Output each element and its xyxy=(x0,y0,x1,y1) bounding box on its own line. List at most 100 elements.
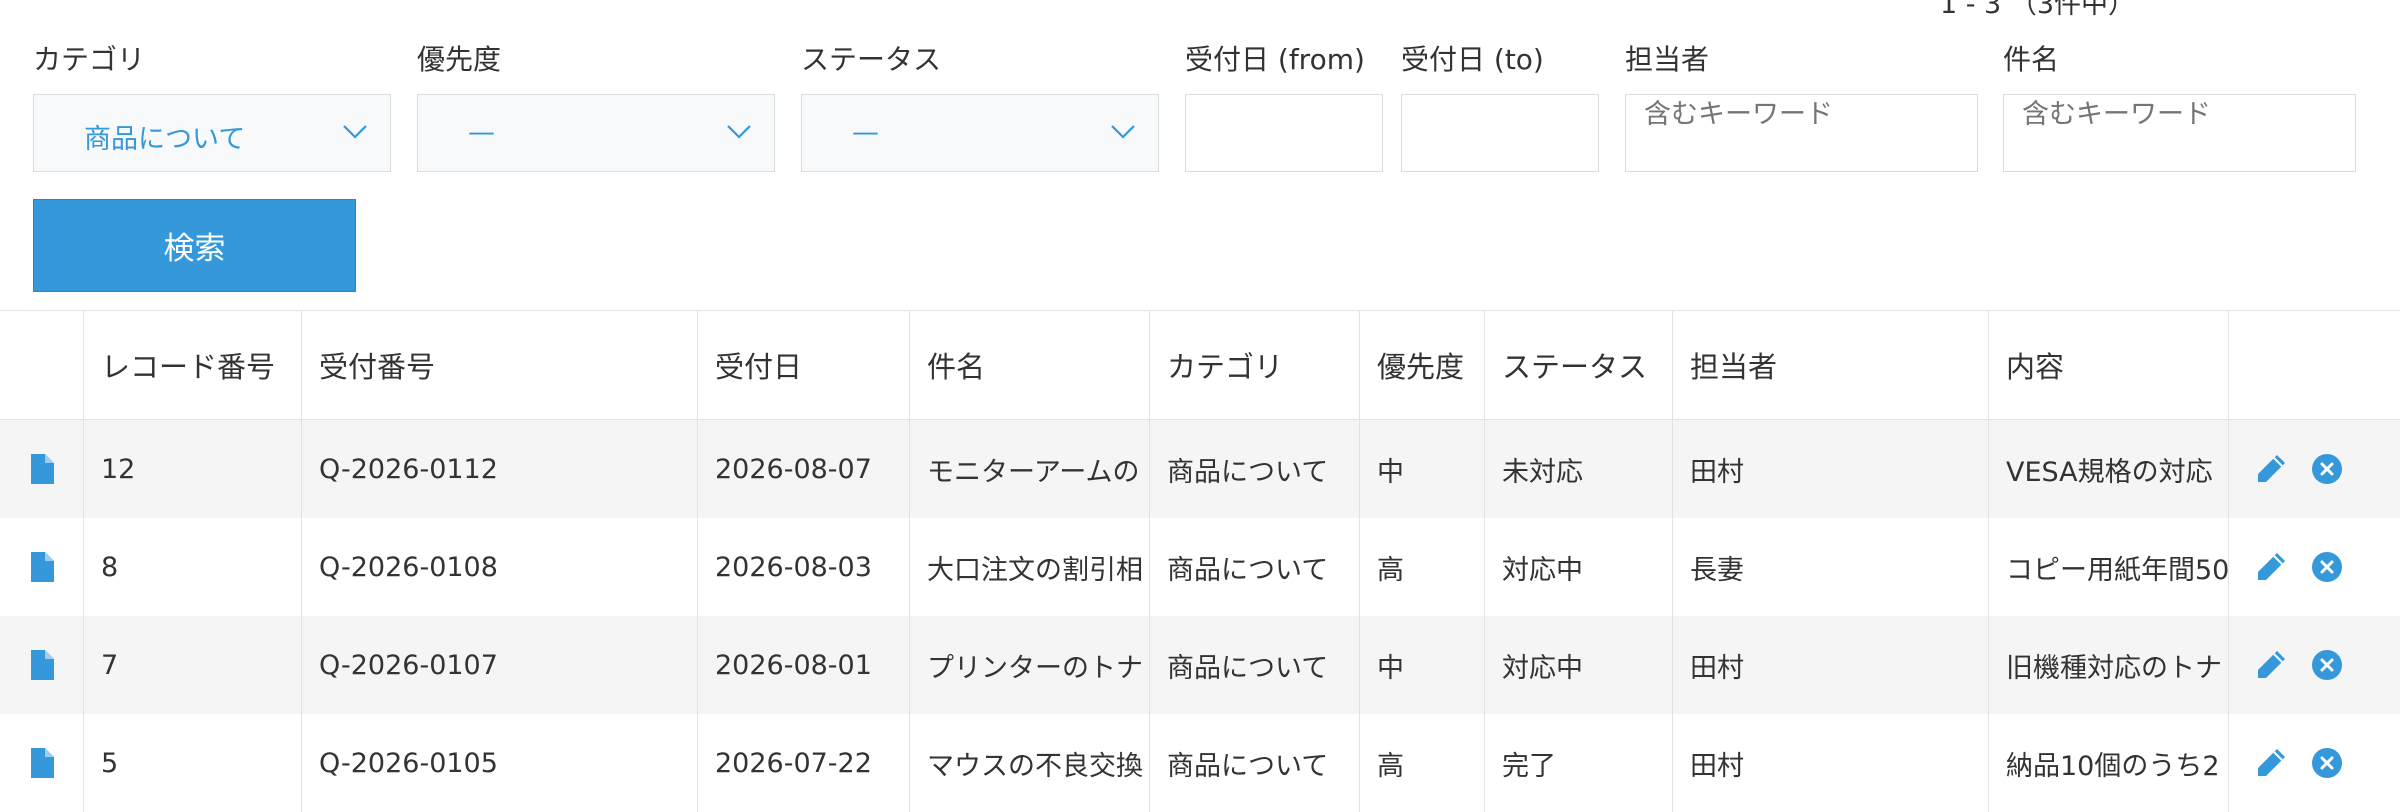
header-assignee[interactable]: 担当者 xyxy=(1673,311,1989,419)
header-priority[interactable]: 優先度 xyxy=(1360,311,1485,419)
priority-cell: 中 xyxy=(1360,616,1485,714)
table-row: 8 Q-2026-0108 2026-08-03 大口注文の割引相 商品について… xyxy=(0,518,2400,616)
close-circle-icon[interactable] xyxy=(2311,551,2343,583)
assignee-cell: 田村 xyxy=(1673,420,1989,518)
priority-select[interactable]: — xyxy=(417,94,775,172)
header-actions xyxy=(2229,311,2400,419)
document-icon[interactable] xyxy=(29,747,55,779)
search-button[interactable]: 検索 xyxy=(33,199,356,292)
content-cell: コピー用紙年間50 xyxy=(1989,518,2229,616)
receipt-no-cell: Q-2026-0108 xyxy=(302,518,698,616)
actions-cell xyxy=(2229,714,2400,812)
status-cell: 完了 xyxy=(1485,714,1673,812)
subject-filter-label: 件名 xyxy=(2003,43,2060,76)
receipt-no-cell: Q-2026-0105 xyxy=(302,714,698,812)
record-icon-cell[interactable] xyxy=(0,420,84,518)
record-no-cell: 8 xyxy=(84,518,302,616)
edit-button[interactable] xyxy=(2253,745,2289,781)
pencil-icon[interactable] xyxy=(2253,647,2289,683)
remove-button[interactable] xyxy=(2311,453,2343,485)
category-cell: 商品について xyxy=(1150,420,1360,518)
subject-cell: 大口注文の割引相 xyxy=(910,518,1150,616)
content-cell: 納品10個のうち2 xyxy=(1989,714,2229,812)
actions-cell xyxy=(2229,616,2400,714)
record-icon-cell[interactable] xyxy=(0,616,84,714)
remove-button[interactable] xyxy=(2311,747,2343,779)
category-filter-label: カテゴリ xyxy=(33,43,146,76)
header-record-no[interactable]: レコード番号 xyxy=(84,311,302,419)
edit-button[interactable] xyxy=(2253,549,2289,585)
assignee-keyword-input[interactable] xyxy=(1625,94,1978,172)
assignee-filter-label: 担当者 xyxy=(1625,43,1710,76)
record-icon-cell[interactable] xyxy=(0,714,84,812)
table-body: 12 Q-2026-0112 2026-08-07 モニターアームの 商品につい… xyxy=(0,420,2400,812)
assignee-cell: 長妻 xyxy=(1673,518,1989,616)
receipt-no-cell: Q-2026-0112 xyxy=(302,420,698,518)
category-cell: 商品について xyxy=(1150,518,1360,616)
paging-info: 1 - 3 （3件中） xyxy=(1939,0,2135,20)
table-header-row: レコード番号 受付番号 受付日 件名 カテゴリ 優先度 ステータス 担当者 内容 xyxy=(0,311,2400,420)
close-circle-icon[interactable] xyxy=(2311,649,2343,681)
document-icon[interactable] xyxy=(29,453,55,485)
pencil-icon[interactable] xyxy=(2253,451,2289,487)
assignee-cell: 田村 xyxy=(1673,616,1989,714)
actions-cell xyxy=(2229,518,2400,616)
close-circle-icon[interactable] xyxy=(2311,747,2343,779)
date-from-filter-label: 受付日 (from) xyxy=(1185,43,1365,76)
record-no-cell: 5 xyxy=(84,714,302,812)
remove-button[interactable] xyxy=(2311,551,2343,583)
status-cell: 未対応 xyxy=(1485,420,1673,518)
record-icon-cell[interactable] xyxy=(0,518,84,616)
remove-button[interactable] xyxy=(2311,649,2343,681)
close-circle-icon[interactable] xyxy=(2311,453,2343,485)
receipt-no-cell: Q-2026-0107 xyxy=(302,616,698,714)
date-to-filter-label: 受付日 (to) xyxy=(1401,43,1544,76)
table-row: 7 Q-2026-0107 2026-08-01 プリンターのトナ 商品について… xyxy=(0,616,2400,714)
content-cell: 旧機種対応のトナ xyxy=(1989,616,2229,714)
priority-cell: 高 xyxy=(1360,518,1485,616)
edit-button[interactable] xyxy=(2253,647,2289,683)
category-cell: 商品について xyxy=(1150,616,1360,714)
chevron-down-icon xyxy=(343,125,367,139)
header-content[interactable]: 内容 xyxy=(1989,311,2229,419)
date-cell: 2026-08-03 xyxy=(698,518,910,616)
edit-button[interactable] xyxy=(2253,451,2289,487)
header-subject[interactable]: 件名 xyxy=(910,311,1150,419)
date-to-input[interactable] xyxy=(1401,94,1599,172)
record-no-cell: 12 xyxy=(84,420,302,518)
content-cell: VESA規格の対応 xyxy=(1989,420,2229,518)
header-date[interactable]: 受付日 xyxy=(698,311,910,419)
status-select-value: — xyxy=(852,117,879,148)
actions-cell xyxy=(2229,420,2400,518)
document-icon[interactable] xyxy=(29,649,55,681)
chevron-down-icon xyxy=(727,125,751,139)
subject-cell: モニターアームの xyxy=(910,420,1150,518)
status-filter-label: ステータス xyxy=(801,43,942,76)
category-select[interactable]: 商品について xyxy=(33,94,391,172)
records-table: レコード番号 受付番号 受付日 件名 カテゴリ 優先度 ステータス 担当者 内容… xyxy=(0,310,2400,812)
document-icon[interactable] xyxy=(29,551,55,583)
chevron-down-icon xyxy=(1111,125,1135,139)
status-cell: 対応中 xyxy=(1485,616,1673,714)
header-category[interactable]: カテゴリ xyxy=(1150,311,1360,419)
status-cell: 対応中 xyxy=(1485,518,1673,616)
subject-cell: マウスの不良交換 xyxy=(910,714,1150,812)
category-cell: 商品について xyxy=(1150,714,1360,812)
status-select[interactable]: — xyxy=(801,94,1159,172)
priority-cell: 中 xyxy=(1360,420,1485,518)
priority-cell: 高 xyxy=(1360,714,1485,812)
header-icon-column xyxy=(0,311,84,419)
subject-cell: プリンターのトナ xyxy=(910,616,1150,714)
date-from-input[interactable] xyxy=(1185,94,1383,172)
table-row: 12 Q-2026-0112 2026-08-07 モニターアームの 商品につい… xyxy=(0,420,2400,518)
date-cell: 2026-08-01 xyxy=(698,616,910,714)
date-cell: 2026-07-22 xyxy=(698,714,910,812)
category-select-value: 商品について xyxy=(84,124,246,155)
pencil-icon[interactable] xyxy=(2253,549,2289,585)
header-receipt-no[interactable]: 受付番号 xyxy=(302,311,698,419)
header-status[interactable]: ステータス xyxy=(1485,311,1673,419)
subject-keyword-input[interactable] xyxy=(2003,94,2356,172)
pencil-icon[interactable] xyxy=(2253,745,2289,781)
table-row: 5 Q-2026-0105 2026-07-22 マウスの不良交換 商品について… xyxy=(0,714,2400,812)
priority-select-value: — xyxy=(468,117,495,148)
